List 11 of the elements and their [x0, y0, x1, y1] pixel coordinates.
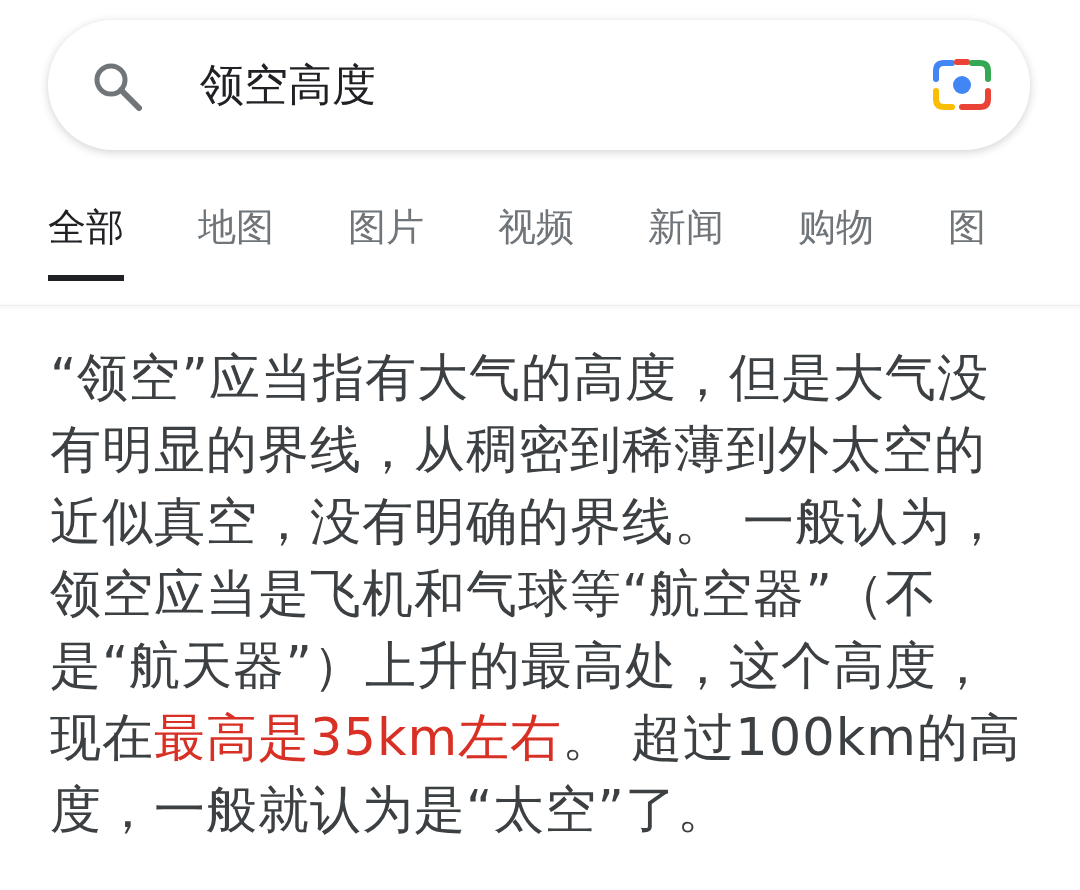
tab[interactable]: 购物 [798, 192, 874, 281]
search-field[interactable]: 领空高度 [200, 59, 932, 111]
search-bar[interactable]: 领空高度 [48, 20, 1030, 150]
tab[interactable]: 全部 [48, 192, 124, 281]
answer-text: “领空”应当指有大气的高度，但是大气没有明显的界线，从稠密到稀薄到外太空的近似真空，没有明确的界线。 一般认为，领空应当是飞机和气球等“航空器”（不是“航天器”）上升的最高处，这个高度，现在最高是35km左右。 超过100km的高度，一般就认为是“太空”了。 [50, 347, 1022, 841]
tab[interactable]: 视频 [498, 192, 574, 281]
tab[interactable]: 新闻 [648, 192, 724, 281]
camera-icon[interactable] [932, 57, 992, 113]
tab[interactable]: 图片 [348, 192, 424, 281]
tab[interactable]: 图 [948, 192, 986, 281]
tab[interactable]: 地图 [198, 192, 274, 281]
